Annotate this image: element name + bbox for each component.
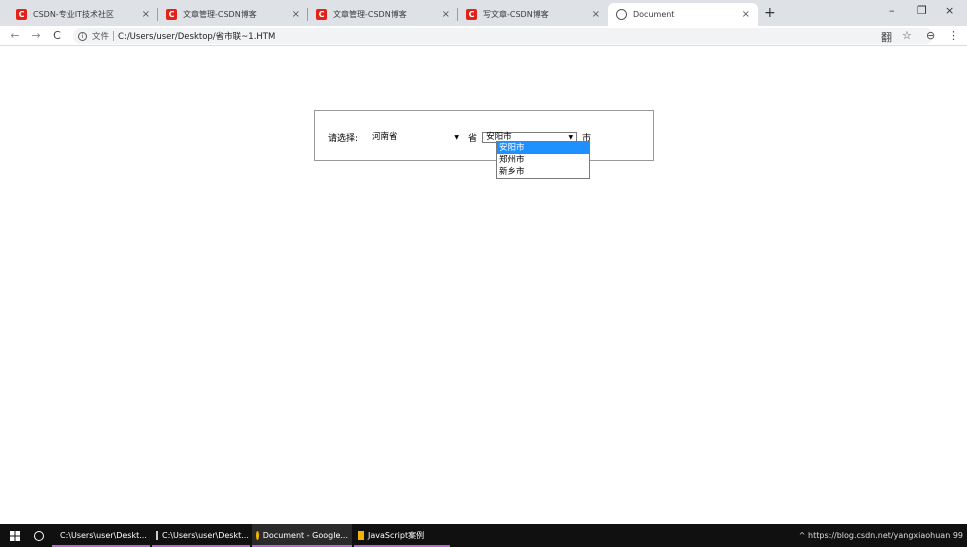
minimize-button[interactable]: – bbox=[889, 4, 895, 17]
prompt-label: 请选择: bbox=[328, 133, 359, 144]
taskbar-item-label: JavaScript案例 bbox=[368, 531, 425, 540]
close-tab-icon[interactable]: × bbox=[442, 9, 450, 20]
close-tab-icon[interactable]: × bbox=[592, 9, 600, 20]
taskbar-item-explorer[interactable]: C:\Users\user\Deskt... bbox=[52, 524, 150, 547]
city-option[interactable]: 新乡市 bbox=[497, 166, 589, 178]
taskbar-item-label: C:\Users\user\Deskt... bbox=[162, 531, 249, 540]
taskbar: C:\Users\user\Deskt... C:\Users\user\Des… bbox=[0, 524, 967, 547]
city-option[interactable]: 郑州市 bbox=[497, 154, 589, 166]
tab-article-manage-2[interactable]: C 文章管理-CSDN博客 × bbox=[308, 3, 458, 26]
taskbar-item-label: Document - Google... bbox=[262, 531, 348, 540]
start-button[interactable] bbox=[6, 524, 26, 547]
tray-text: ^ https://blog.csdn.net/yangxiaohuan 99 bbox=[798, 531, 963, 540]
search-circle-icon bbox=[34, 530, 44, 541]
terminal-icon bbox=[156, 531, 158, 540]
url-text[interactable]: C:/Users/user/Desktop/省市联~1.HTM bbox=[118, 30, 275, 42]
tab-title: 写文章-CSDN博客 bbox=[483, 10, 549, 19]
close-tab-icon[interactable]: × bbox=[142, 9, 150, 20]
tab-strip: C CSDN-专业IT技术社区 × C 文章管理-CSDN博客 × C 文章管理… bbox=[0, 0, 967, 26]
translate-icon[interactable]: 翻 bbox=[881, 29, 892, 45]
close-window-button[interactable]: × bbox=[945, 4, 954, 17]
close-tab-icon[interactable]: × bbox=[742, 9, 750, 20]
city-dropdown-list: 安阳市 郑州市 新乡市 bbox=[496, 141, 590, 179]
taskbar-item-javascript[interactable]: JavaScript案例 bbox=[354, 524, 450, 547]
tab-title: CSDN-专业IT技术社区 bbox=[33, 10, 114, 19]
city-option[interactable]: 安阳市 bbox=[497, 142, 589, 154]
tab-write-article[interactable]: C 写文章-CSDN博客 × bbox=[458, 3, 608, 26]
tab-csdn-home[interactable]: C CSDN-专业IT技术社区 × bbox=[8, 3, 158, 26]
search-button[interactable] bbox=[30, 524, 50, 547]
bookmark-icon bbox=[358, 531, 364, 540]
dropdown-arrow-icon: ▼ bbox=[454, 133, 460, 141]
info-icon[interactable]: i bbox=[78, 31, 87, 41]
province-select[interactable]: 河南省 ▼ bbox=[368, 132, 463, 143]
chrome-icon bbox=[256, 531, 259, 540]
csdn-icon: C bbox=[466, 9, 477, 20]
csdn-icon: C bbox=[16, 9, 27, 20]
back-button[interactable]: ← bbox=[9, 29, 21, 42]
maximize-button[interactable]: ❐ bbox=[917, 4, 927, 17]
tab-title: 文章管理-CSDN博客 bbox=[333, 10, 407, 19]
browser-toolbar: ← → C i 文件 C:/Users/user/Desktop/省市联~1.H… bbox=[0, 26, 967, 46]
city-selected-value: 安阳市 bbox=[486, 131, 512, 142]
tab-title: Document bbox=[633, 10, 675, 19]
forward-button[interactable]: → bbox=[30, 29, 42, 42]
province-unit-label: 省 bbox=[468, 133, 478, 144]
new-tab-button[interactable]: + bbox=[764, 5, 776, 21]
address-bar[interactable]: i 文件 C:/Users/user/Desktop/省市联~1.HTM bbox=[73, 28, 933, 44]
close-tab-icon[interactable]: × bbox=[292, 9, 300, 20]
taskbar-item-chrome[interactable]: Document - Google... bbox=[252, 524, 352, 547]
selection-panel: 请选择: 河南省 ▼ 省 安阳市 ▼ 市 bbox=[314, 110, 654, 161]
menu-icon[interactable]: ⋮ bbox=[948, 29, 959, 42]
taskbar-item-label: C:\Users\user\Deskt... bbox=[60, 531, 147, 540]
tab-title: 文章管理-CSDN博客 bbox=[183, 10, 257, 19]
globe-icon bbox=[616, 9, 627, 20]
tab-article-manage-1[interactable]: C 文章管理-CSDN博客 × bbox=[158, 3, 308, 26]
windows-icon bbox=[10, 530, 20, 541]
reload-button[interactable]: C bbox=[51, 29, 63, 42]
tab-document[interactable]: Document × bbox=[608, 3, 758, 26]
system-tray[interactable]: ^ https://blog.csdn.net/yangxiaohuan 99 bbox=[799, 524, 963, 547]
province-selected-value: 河南省 bbox=[372, 131, 398, 142]
taskbar-item-terminal[interactable]: C:\Users\user\Deskt... bbox=[152, 524, 250, 547]
scheme-label: 文件 bbox=[92, 32, 110, 42]
csdn-icon: C bbox=[316, 9, 327, 20]
browser-chrome: C CSDN-专业IT技术社区 × C 文章管理-CSDN博客 × C 文章管理… bbox=[0, 0, 967, 46]
account-icon[interactable]: ⊖ bbox=[926, 29, 935, 42]
bookmark-star-icon[interactable]: ☆ bbox=[902, 29, 912, 42]
csdn-icon: C bbox=[166, 9, 177, 20]
